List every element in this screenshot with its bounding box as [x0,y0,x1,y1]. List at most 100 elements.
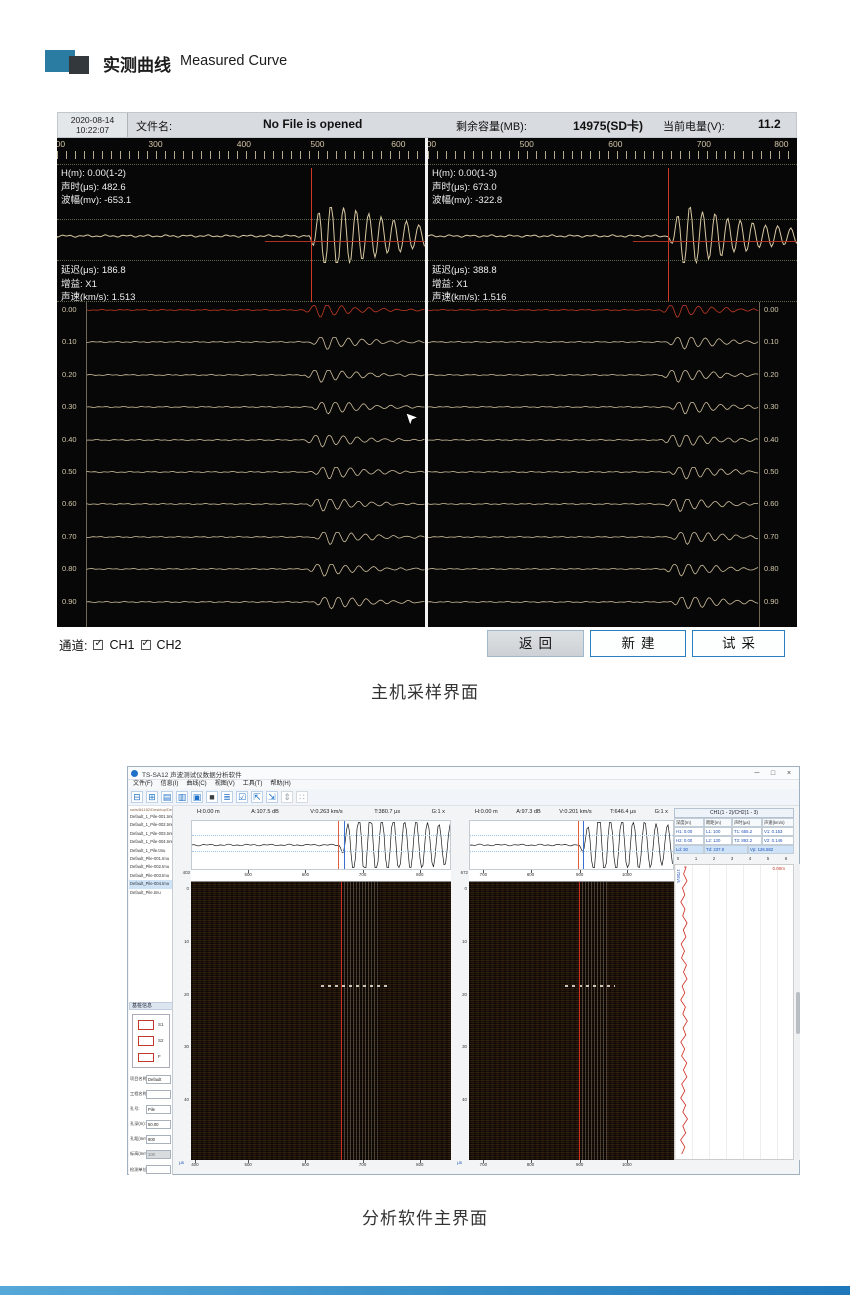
options-icon[interactable]: ∷ [296,791,308,803]
spacing-icon[interactable]: ⇕ [281,791,293,803]
depth-tick: 10 [184,939,189,944]
depth-marker: 0.00m [772,866,785,871]
axis-label: 800 [416,872,423,877]
channel-label: 通道: [59,635,87,654]
panel1-waterfall[interactable] [191,882,451,1160]
list-view-icon[interactable]: ≣ [221,791,233,803]
report-icon[interactable]: ▥ [176,791,188,803]
waterfall-trace [428,531,758,561]
axis-label: 900 [576,872,583,877]
depth-label: 0.10 [764,337,779,346]
return-button[interactable]: 返回 [487,630,584,657]
panel-header-value: V:0.201 km/s [559,809,591,815]
file-item[interactable]: Default_Pile-003.tmu [129,872,173,880]
panel1-cursor-line[interactable] [311,168,312,302]
panel2-cursor-line[interactable] [668,168,669,302]
new-button[interactable]: 新建 [590,630,686,657]
open-folder-icon[interactable]: ⊟ [131,791,143,803]
axis-label: 400 [191,1162,198,1167]
ch2-checkbox[interactable] [141,640,151,650]
panel2-waterfall[interactable] [469,882,674,1160]
depth-tick: 0 [187,886,189,891]
form-input[interactable]: 100 [146,1150,171,1159]
panel1-depth-axis: 403 μs 010203040 [173,806,191,1175]
minimize-button[interactable]: ─ [749,767,765,780]
depth-tick: 20 [462,992,467,997]
trial-button[interactable]: 试采 [692,630,785,657]
menu-item[interactable]: 文件(F) [131,780,155,789]
depth-label: 0.50 [62,467,77,476]
curve-view-icon[interactable]: ▣ [191,791,203,803]
maximize-button[interactable]: □ [765,767,781,780]
table-cell-highlight: Ld: 30 [674,845,704,854]
panel2-bottom-axis: 7008009001000 [469,1160,674,1170]
ruler-label: 400 [237,139,251,149]
panel-header-value: H:0.00 m [475,809,498,815]
form-input[interactable] [146,1165,171,1174]
panel1-scale-row: 500600700800 [191,870,451,882]
axis-label: 1000 [622,1162,632,1167]
expand-icon[interactable]: ⇱ [251,791,263,803]
depth-tick: 30 [184,1044,189,1049]
form-input[interactable]: 800 [146,1135,171,1144]
form-input[interactable]: Pile [146,1105,171,1114]
file-item[interactable]: Default_Pile-002.tmu [129,863,173,871]
menu-item[interactable]: 曲线(C) [184,780,208,789]
panel2-depth-axis: 672 μs 010203040 [451,806,469,1175]
device-date: 2020-08-14 [58,115,127,125]
depth-label: 0.40 [62,435,77,444]
device-footer: 通道: CH1 CH2 返回 新建 试采 [57,627,797,662]
ruler-label: 300 [148,139,162,149]
solid-view-icon[interactable]: ■ [206,791,218,803]
axis-label: 600 [302,872,309,877]
check-view-icon[interactable]: ☑ [236,791,248,803]
file-item[interactable]: Default_1_Pile-002.tmu [129,821,173,829]
ruler-label: 00 [428,139,436,149]
page-footer-bar [0,1286,850,1295]
depth-label: 0.10 [62,337,77,346]
velocity-track[interactable]: 0.00m 170m/s [674,864,794,1160]
panel-header-value: A:97.3 dB [516,809,541,815]
form-input[interactable]: Default [146,1075,171,1084]
panel2-header: H:0.00 mA:97.3 dBV:0.201 km/sT:646.4 μsG… [469,809,674,815]
close-button[interactable]: × [781,767,797,780]
menu-item[interactable]: 信息(I) [159,780,181,789]
table-cell: V2: 0.146 [762,836,794,845]
scrollbar-thumb[interactable] [796,992,800,1034]
file-item[interactable]: Default_1_Pile-004.tmu [129,838,173,846]
waterfall-trace [428,369,758,399]
results-scrollbar[interactable] [795,864,800,1160]
menu-item[interactable]: 工具(T) [241,780,265,789]
file-item[interactable]: Default_Pile.tmu [129,889,173,897]
sidebar: swis/84182/Desktop/Default03 Default_1_P… [129,806,173,1175]
file-item[interactable]: Default_1_Pile.tmu [129,847,173,855]
ch1-checkbox[interactable] [93,640,103,650]
axis-label: 800 [416,1162,423,1167]
menu-item[interactable]: 帮助(H) [268,780,292,789]
waterfall-trace [428,596,758,626]
depth-label: 0.70 [764,532,779,541]
ruler-label: 600 [391,139,405,149]
file-item[interactable]: Default_Pile-004.tmu [129,880,173,888]
compress-icon[interactable]: ⇲ [266,791,278,803]
form-input[interactable]: 50.00 [146,1120,171,1129]
save-icon[interactable]: ⊞ [146,791,158,803]
panel2-info-top: H(m): 0.00(1-3) 声时(μs): 673.0 波幅(mv): -3… [432,167,502,208]
menu-item[interactable]: 视图(V) [213,780,237,789]
panel2-mini-plot [469,820,674,870]
pile-info-header: 基桩信息 [129,1002,173,1010]
results-ruler: 0123456 [674,855,794,864]
panel1-mini-plot [191,820,451,870]
velocity-label: 170m/s [676,869,681,883]
file-list: Default_1_Pile-001.tmuDefault_1_Pile-002… [129,813,173,897]
waterfall-trace [428,336,758,366]
form-input[interactable] [146,1090,171,1099]
export-icon[interactable]: ▤ [161,791,173,803]
depth-label: 0.60 [764,499,779,508]
file-item[interactable]: Default_1_Pile-001.tmu [129,813,173,821]
depth-label: 0.80 [62,564,77,573]
file-item[interactable]: Default_1_Pile-003.tmu [129,830,173,838]
window-title: TS-SA12 声波测试仪数据分析软件 [142,769,242,779]
file-item[interactable]: Default_Pile-001.tmu [129,855,173,863]
axis-label: 700 [359,872,366,877]
